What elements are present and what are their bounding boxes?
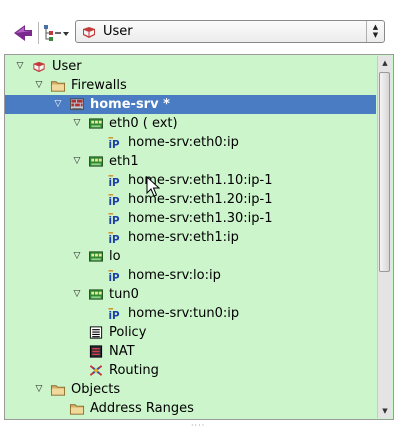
expand-toggle-icon[interactable]: ▽ <box>72 118 82 128</box>
tree-item-label: home-srv:eth0:ip <box>128 135 239 150</box>
policy-icon <box>89 326 103 339</box>
svg-text:iP: iP <box>108 272 120 283</box>
tree-row[interactable]: ▽ lo <box>5 247 376 266</box>
tree-item-label: Firewalls <box>71 78 127 93</box>
tree-row[interactable]: iP home-srv:eth1:ip <box>5 228 376 247</box>
tree-row[interactable]: ▽ Firewalls <box>5 76 376 95</box>
ip-address-icon: iP <box>108 194 120 207</box>
svg-text:iP: iP <box>108 196 120 207</box>
tree-row[interactable]: iP home-srv:lo:ip <box>5 266 376 285</box>
network-interface-icon <box>89 251 103 262</box>
expand-toggle-icon[interactable]: ▽ <box>72 251 82 261</box>
scroll-up-icon[interactable]: ▲ <box>378 56 392 70</box>
tree-row[interactable]: iP home-srv:eth1.30:ip-1 <box>5 209 376 228</box>
object-tree[interactable]: ▽ User ▽ Firewalls ▽ home-srv * ▽ eth0 ( ext) iP… <box>4 54 394 420</box>
tree-item-label: NAT <box>109 344 135 359</box>
expand-toggle-icon[interactable]: ▽ <box>15 61 25 71</box>
library-selector[interactable]: User ▲ ▼ <box>75 20 385 43</box>
tree-item-label: Routing <box>109 363 159 378</box>
expand-toggle-icon[interactable]: ▽ <box>34 384 44 394</box>
tree-item-label: tun0 <box>109 287 139 302</box>
expand-toggle-icon[interactable]: ▽ <box>72 156 82 166</box>
library-icon <box>33 61 45 73</box>
tree-row[interactable]: iP home-srv:eth1.10:ip-1 <box>5 171 376 190</box>
expand-toggle-icon[interactable]: ▽ <box>53 99 63 109</box>
mouse-cursor-icon <box>146 176 160 197</box>
svg-text:iP: iP <box>108 139 120 150</box>
tree-row[interactable]: iP home-srv:tun0:ip <box>5 304 376 323</box>
selector-arrows-icon[interactable]: ▲ ▼ <box>366 21 384 42</box>
resize-grip[interactable]: ···· <box>191 421 205 430</box>
expand-toggle-icon[interactable]: ▽ <box>34 80 44 90</box>
tree-row[interactable]: iP home-srv:eth0:ip <box>5 133 376 152</box>
routing-icon <box>89 365 103 376</box>
tree-item-label: lo <box>109 249 121 264</box>
tree-row[interactable]: iP home-srv:eth1.20:ip-1 <box>5 190 376 209</box>
svg-text:iP: iP <box>108 177 120 188</box>
toolbar: User ▲ ▼ <box>0 0 398 56</box>
tree-item-label: User <box>52 59 82 74</box>
tree-row[interactable]: Address Ranges <box>5 399 376 418</box>
ip-address-icon: iP <box>108 213 120 226</box>
tree-row[interactable]: Policy <box>5 323 376 342</box>
tree-item-label: Address Ranges <box>90 401 194 416</box>
expand-toggle-icon[interactable]: ▽ <box>72 289 82 299</box>
tree-row[interactable]: ▽ Objects <box>5 380 376 399</box>
tree-item-label: home-srv:eth1:ip <box>128 230 239 245</box>
network-interface-icon <box>89 289 103 300</box>
folder-icon <box>69 404 85 415</box>
svg-text:iP: iP <box>108 234 120 245</box>
nat-icon <box>89 345 103 358</box>
tree-item-label: Policy <box>109 325 147 340</box>
folder-icon <box>50 385 66 396</box>
scrollbar-thumb[interactable] <box>379 72 390 272</box>
tree-row[interactable]: ▽ eth0 ( ext) <box>5 114 376 133</box>
tree-row[interactable]: NAT <box>5 342 376 361</box>
vertical-scrollbar[interactable]: ▲ ▼ <box>377 56 392 418</box>
tree-item-label: eth1 <box>109 154 139 169</box>
tree-item-label: eth0 ( ext) <box>109 116 178 131</box>
ip-address-icon: iP <box>108 308 120 321</box>
ip-address-icon: iP <box>108 175 120 188</box>
tree-view-icon[interactable] <box>42 22 72 44</box>
tree-row[interactable]: ▽ eth1 <box>5 152 376 171</box>
ip-address-icon: iP <box>108 232 120 245</box>
tree-item-label: home-srv:eth1.30:ip-1 <box>128 211 273 226</box>
tree-item-label: home-srv:lo:ip <box>128 268 221 283</box>
folder-icon <box>50 81 66 92</box>
tree-item-label: Objects <box>71 382 121 397</box>
user-library-icon <box>83 27 95 38</box>
scroll-down-icon[interactable]: ▼ <box>378 404 392 418</box>
network-interface-icon <box>89 118 103 129</box>
ip-address-icon: iP <box>108 137 120 150</box>
svg-text:iP: iP <box>108 215 120 226</box>
tree-row[interactable]: ▽ tun0 <box>5 285 376 304</box>
tree-row[interactable]: Routing <box>5 361 376 380</box>
tree-row[interactable]: ▽ User <box>5 57 376 76</box>
library-selector-value: User <box>103 24 133 39</box>
tree-item-label: home-srv * <box>90 97 170 112</box>
back-arrow-icon[interactable] <box>12 22 34 44</box>
network-interface-icon <box>89 156 103 167</box>
toolbar-separator <box>38 22 39 44</box>
ip-address-icon: iP <box>108 270 120 283</box>
firewall-icon <box>70 98 84 111</box>
svg-text:iP: iP <box>108 310 120 321</box>
tree-item-label: home-srv:tun0:ip <box>128 306 240 321</box>
tree-row[interactable]: ▽ home-srv * <box>5 95 376 114</box>
